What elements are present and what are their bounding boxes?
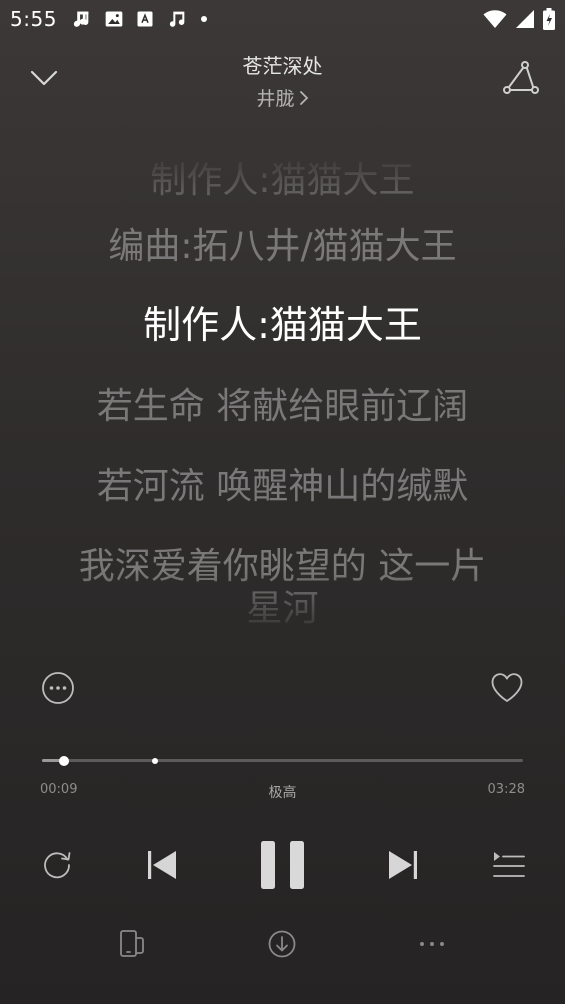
- lyric-line: 若生命 将献给眼前辽阔: [96, 386, 469, 427]
- battery-charging-icon: [543, 8, 555, 30]
- skip-next-icon: [385, 846, 421, 884]
- status-system-icons: [483, 7, 555, 31]
- download-button[interactable]: [266, 928, 298, 960]
- progress-thumb[interactable]: [58, 755, 69, 766]
- time-total: 03:28: [487, 782, 525, 797]
- playlist-button[interactable]: [490, 846, 528, 884]
- like-button[interactable]: [489, 670, 525, 706]
- download-icon: [266, 928, 298, 960]
- signal-icon: [515, 9, 535, 29]
- music-note-icon: [166, 8, 188, 30]
- pause-icon: [258, 840, 308, 890]
- lyric-line: 我深爱着你眺望的 这一片星河: [78, 546, 487, 629]
- more-circle-icon: [40, 672, 76, 710]
- dot-icon: [200, 15, 208, 23]
- chevron-right-icon: [299, 89, 309, 111]
- share-icon: [501, 61, 541, 102]
- status-time: 5:55: [10, 7, 57, 31]
- overflow-button[interactable]: [416, 928, 448, 960]
- lyric-line-current: 制作人:猫猫大王: [143, 303, 422, 347]
- repeat-icon: [38, 846, 76, 884]
- more-horizontal-icon: [416, 928, 448, 960]
- status-notification-icons: [70, 7, 208, 31]
- heart-icon: [489, 673, 525, 710]
- image-icon: [104, 9, 124, 29]
- playlist-icon: [490, 846, 528, 884]
- more-button[interactable]: [40, 670, 76, 706]
- wifi-icon: [483, 9, 507, 29]
- lyric-line: 制作人:猫猫大王: [150, 160, 415, 201]
- device-icon: [117, 928, 149, 960]
- lyric-line: 编曲:拓八井/猫猫大王: [108, 226, 457, 267]
- next-button[interactable]: [385, 846, 421, 884]
- music-note-icon: [70, 8, 92, 30]
- quality-button[interactable]: 极高: [0, 782, 565, 802]
- lyric-line: 若河流 唤醒神山的缄默: [96, 466, 469, 507]
- pause-button[interactable]: [258, 840, 308, 890]
- status-bar: 5:55: [0, 0, 565, 38]
- artist-link[interactable]: 井胧: [0, 84, 565, 111]
- skip-previous-icon: [144, 846, 180, 884]
- lyrics-view[interactable]: 制作人:猫猫大王 编曲:拓八井/猫猫大王 制作人:猫猫大王 若生命 将献给眼前辽…: [0, 150, 565, 640]
- device-button[interactable]: [117, 928, 149, 960]
- progress-slider[interactable]: [42, 755, 523, 766]
- song-title: 苍茫深处: [242, 54, 323, 78]
- font-icon: [136, 9, 154, 29]
- buffer-mark: [152, 757, 159, 764]
- artist-name: 井胧: [256, 88, 295, 110]
- previous-button[interactable]: [144, 846, 180, 884]
- share-button[interactable]: [501, 58, 541, 98]
- repeat-button[interactable]: [38, 846, 76, 884]
